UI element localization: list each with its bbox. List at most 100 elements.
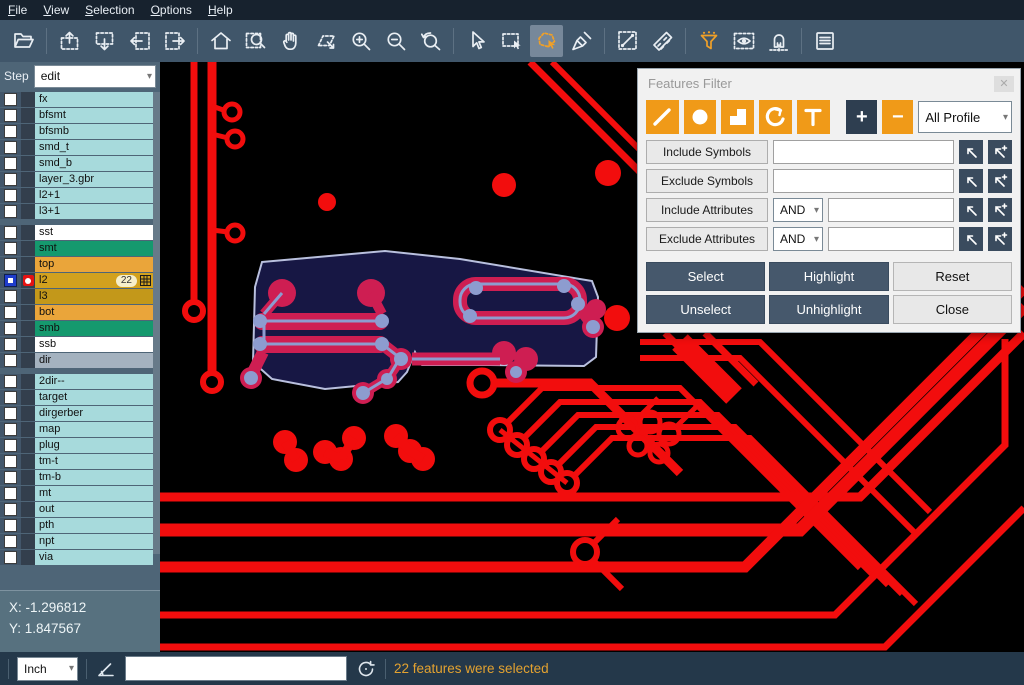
zoom-out-icon[interactable] — [379, 25, 412, 57]
open-icon[interactable] — [7, 25, 40, 57]
zoom-fit-icon[interactable] — [239, 25, 272, 57]
pan-left-icon[interactable] — [123, 25, 156, 57]
grid-icon[interactable] — [140, 275, 151, 286]
filter-line-button[interactable] — [646, 100, 679, 134]
layer-name[interactable]: bot — [35, 305, 153, 320]
layer-checkbox[interactable] — [4, 157, 17, 170]
layer-name[interactable]: target — [35, 390, 153, 405]
layer-checkbox[interactable] — [4, 274, 17, 287]
layer-row-l2[interactable]: l222 — [0, 273, 160, 288]
exclude-attributes-button[interactable]: Exclude Attributes — [646, 227, 768, 251]
layer-row-ssb[interactable]: ssb — [0, 337, 160, 352]
pick-attribute-icon[interactable] — [959, 227, 983, 251]
pan-down-icon[interactable] — [88, 25, 121, 57]
zoom-in-icon[interactable] — [344, 25, 377, 57]
home-icon[interactable] — [204, 25, 237, 57]
select-pointer-icon[interactable] — [460, 25, 493, 57]
layer-checkbox[interactable] — [4, 471, 17, 484]
layer-name[interactable]: l3+1 — [35, 204, 153, 219]
menu-view[interactable]: View — [43, 3, 69, 17]
layer-row-smt[interactable]: smt — [0, 241, 160, 256]
exclude-symbols-input[interactable] — [773, 169, 954, 193]
layer-name[interactable]: out — [35, 502, 153, 517]
include-symbols-button[interactable]: Include Symbols — [646, 140, 768, 164]
exclude-attributes-operator-select[interactable]: AND ▾ — [773, 227, 823, 251]
layer-checkbox[interactable] — [4, 205, 17, 218]
pick-add-attribute-icon[interactable] — [988, 198, 1012, 222]
layer-name[interactable]: 2dir-- — [35, 374, 153, 389]
layer-name[interactable]: fx — [35, 92, 153, 107]
layer-name[interactable]: ssb — [35, 337, 153, 352]
filter-surface-button[interactable] — [721, 100, 754, 134]
layer-row-via[interactable]: via — [0, 550, 160, 565]
layer-row-l3[interactable]: l3 — [0, 289, 160, 304]
layer-checkbox[interactable] — [4, 354, 17, 367]
menu-selection[interactable]: Selection — [85, 3, 134, 17]
pick-symbol-icon[interactable] — [959, 140, 983, 164]
layers-panel-icon[interactable] — [808, 25, 841, 57]
layer-row-bfsmt[interactable]: bfsmt — [0, 108, 160, 123]
layer-row-smb[interactable]: smb — [0, 321, 160, 336]
layer-name[interactable]: dir — [35, 353, 153, 368]
layer-row-l3+1[interactable]: l3+1 — [0, 204, 160, 219]
close-button[interactable]: Close — [893, 295, 1012, 324]
pan-hand-icon[interactable] — [274, 25, 307, 57]
angle-tool-icon[interactable] — [95, 658, 117, 680]
layer-name[interactable]: smd_b — [35, 156, 153, 171]
layer-checkbox[interactable] — [4, 125, 17, 138]
layer-name[interactable]: top — [35, 257, 153, 272]
layer-name[interactable]: via — [35, 550, 153, 565]
layer-row-smd_b[interactable]: smd_b — [0, 156, 160, 171]
include-attributes-operator-select[interactable]: AND ▾ — [773, 198, 823, 222]
measure-ruler-icon[interactable] — [646, 25, 679, 57]
layer-name[interactable]: tm-t — [35, 454, 153, 469]
layer-checkbox[interactable] — [4, 258, 17, 271]
features-filter-icon[interactable] — [692, 25, 725, 57]
unit-select[interactable]: Inch ▾ — [17, 657, 78, 681]
pan-up-icon[interactable] — [53, 25, 86, 57]
refresh-icon[interactable] — [355, 658, 377, 680]
menu-options[interactable]: Options — [151, 3, 192, 17]
close-icon[interactable]: ✕ — [994, 76, 1014, 92]
layer-name[interactable]: plug — [35, 438, 153, 453]
layer-name[interactable]: layer_3.gbr — [35, 172, 153, 187]
layer-row-tm-b[interactable]: tm-b — [0, 470, 160, 485]
layer-name[interactable]: map — [35, 422, 153, 437]
layer-name[interactable]: mt — [35, 486, 153, 501]
select-rectangle-icon[interactable] — [495, 25, 528, 57]
filter-pad-button[interactable] — [684, 100, 717, 134]
unhighlight-button[interactable]: Unhighlight — [769, 295, 888, 324]
layer-checkbox[interactable] — [4, 455, 17, 468]
layer-name[interactable]: dirgerber — [35, 406, 153, 421]
remove-filter-button[interactable]: − — [882, 100, 913, 134]
layer-name[interactable]: l3 — [35, 289, 153, 304]
layer-row-top[interactable]: top — [0, 257, 160, 272]
layer-checkbox[interactable] — [4, 551, 17, 564]
exclude-attributes-input[interactable] — [828, 227, 954, 251]
layer-name[interactable]: npt — [35, 534, 153, 549]
layer-name[interactable]: smd_t — [35, 140, 153, 155]
layer-name[interactable]: smb — [35, 321, 153, 336]
step-select[interactable]: edit ▾ — [34, 65, 156, 88]
layer-checkbox[interactable] — [4, 375, 17, 388]
layer-checkbox[interactable] — [4, 439, 17, 452]
unselect-button[interactable]: Unselect — [646, 295, 765, 324]
layer-checkbox[interactable] — [4, 306, 17, 319]
layer-checkbox[interactable] — [4, 290, 17, 303]
select-button[interactable]: Select — [646, 262, 765, 291]
layer-name[interactable]: l222 — [35, 273, 153, 288]
include-attributes-button[interactable]: Include Attributes — [646, 198, 768, 222]
layer-checkbox[interactable] — [4, 141, 17, 154]
layer-checkbox[interactable] — [4, 407, 17, 420]
layer-checkbox[interactable] — [4, 423, 17, 436]
layer-row-target[interactable]: target — [0, 390, 160, 405]
menu-help[interactable]: Help — [208, 3, 233, 17]
menu-file[interactable]: File — [8, 3, 27, 17]
include-attributes-input[interactable] — [828, 198, 954, 222]
layer-row-bot[interactable]: bot — [0, 305, 160, 320]
pick-add-symbol-icon[interactable] — [988, 169, 1012, 193]
dialog-titlebar[interactable]: Features Filter ✕ — [638, 69, 1020, 96]
measure-distance-icon[interactable] — [611, 25, 644, 57]
layer-checkbox[interactable] — [4, 503, 17, 516]
layer-name[interactable]: bfsmb — [35, 124, 153, 139]
